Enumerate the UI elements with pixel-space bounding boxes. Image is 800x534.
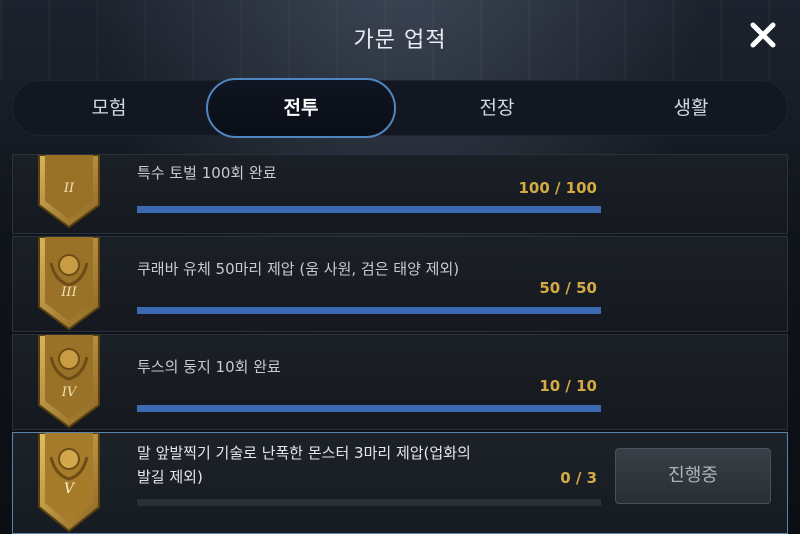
progress-track <box>137 499 601 506</box>
progress-fill <box>137 405 601 412</box>
achievement-text: 투스의 둥지 10회 완료 <box>137 358 281 376</box>
achievement-count: 10 / 10 <box>539 377 597 395</box>
achievement-count: 0 / 3 <box>560 469 597 487</box>
tab-adventure[interactable]: 모험 <box>12 80 206 136</box>
rank-label: III <box>61 285 77 300</box>
achievement-row-active[interactable]: V 말 앞발찍기 기술로 난폭한 몬스터 3마리 제압(업화의 발길 제외) 0… <box>12 432 788 534</box>
achievement-row: II 특수 토벌 100회 완료 100 / 100 <box>12 154 788 234</box>
status-in-progress-button[interactable]: 진행중 <box>615 448 771 504</box>
rank-emblem-icon: IV <box>37 334 101 429</box>
achievement-list[interactable]: II 특수 토벌 100회 완료 100 / 100 III 쿠래바 유체 50… <box>12 154 788 534</box>
page-title: 가문 업적 <box>353 28 447 53</box>
achievement-text: 쿠래바 유체 50마리 제압 (움 사원, 검은 태양 제외) <box>137 260 460 278</box>
header: 가문 업적 <box>0 0 800 78</box>
progress-track <box>137 307 601 314</box>
achievement-row: IV 투스의 둥지 10회 완료 10 / 10 <box>12 334 788 430</box>
tab-combat[interactable]: 전투 <box>206 78 396 138</box>
achievement-row: III 쿠래바 유체 50마리 제압 (움 사원, 검은 태양 제외) 50 /… <box>12 236 788 332</box>
achievement-text-line1: 말 앞발찍기 기술로 난폭한 몬스터 3마리 제압(업화의 <box>137 444 471 462</box>
close-button[interactable] <box>748 20 778 50</box>
close-icon <box>750 22 776 48</box>
achievement-text: 특수 토벌 100회 완료 <box>137 164 277 182</box>
achievement-count: 100 / 100 <box>518 179 597 197</box>
tab-bar: 모험 전투 전장 생활 <box>12 78 788 138</box>
rank-emblem-icon: III <box>37 236 101 331</box>
rank-emblem-icon: II <box>37 154 101 233</box>
progress-fill <box>137 206 601 213</box>
progress-track <box>137 405 601 412</box>
tab-life[interactable]: 생활 <box>594 80 788 136</box>
achievement-count: 50 / 50 <box>539 279 597 297</box>
progress-track <box>137 206 601 213</box>
rank-label: II <box>63 181 75 196</box>
rank-label: IV <box>61 385 77 400</box>
achievement-text-line2: 발길 제외) <box>137 468 203 486</box>
progress-fill <box>137 307 601 314</box>
rank-emblem-icon: V <box>37 432 101 533</box>
rank-label: V <box>63 481 75 497</box>
tab-battlefield[interactable]: 전장 <box>400 80 594 136</box>
